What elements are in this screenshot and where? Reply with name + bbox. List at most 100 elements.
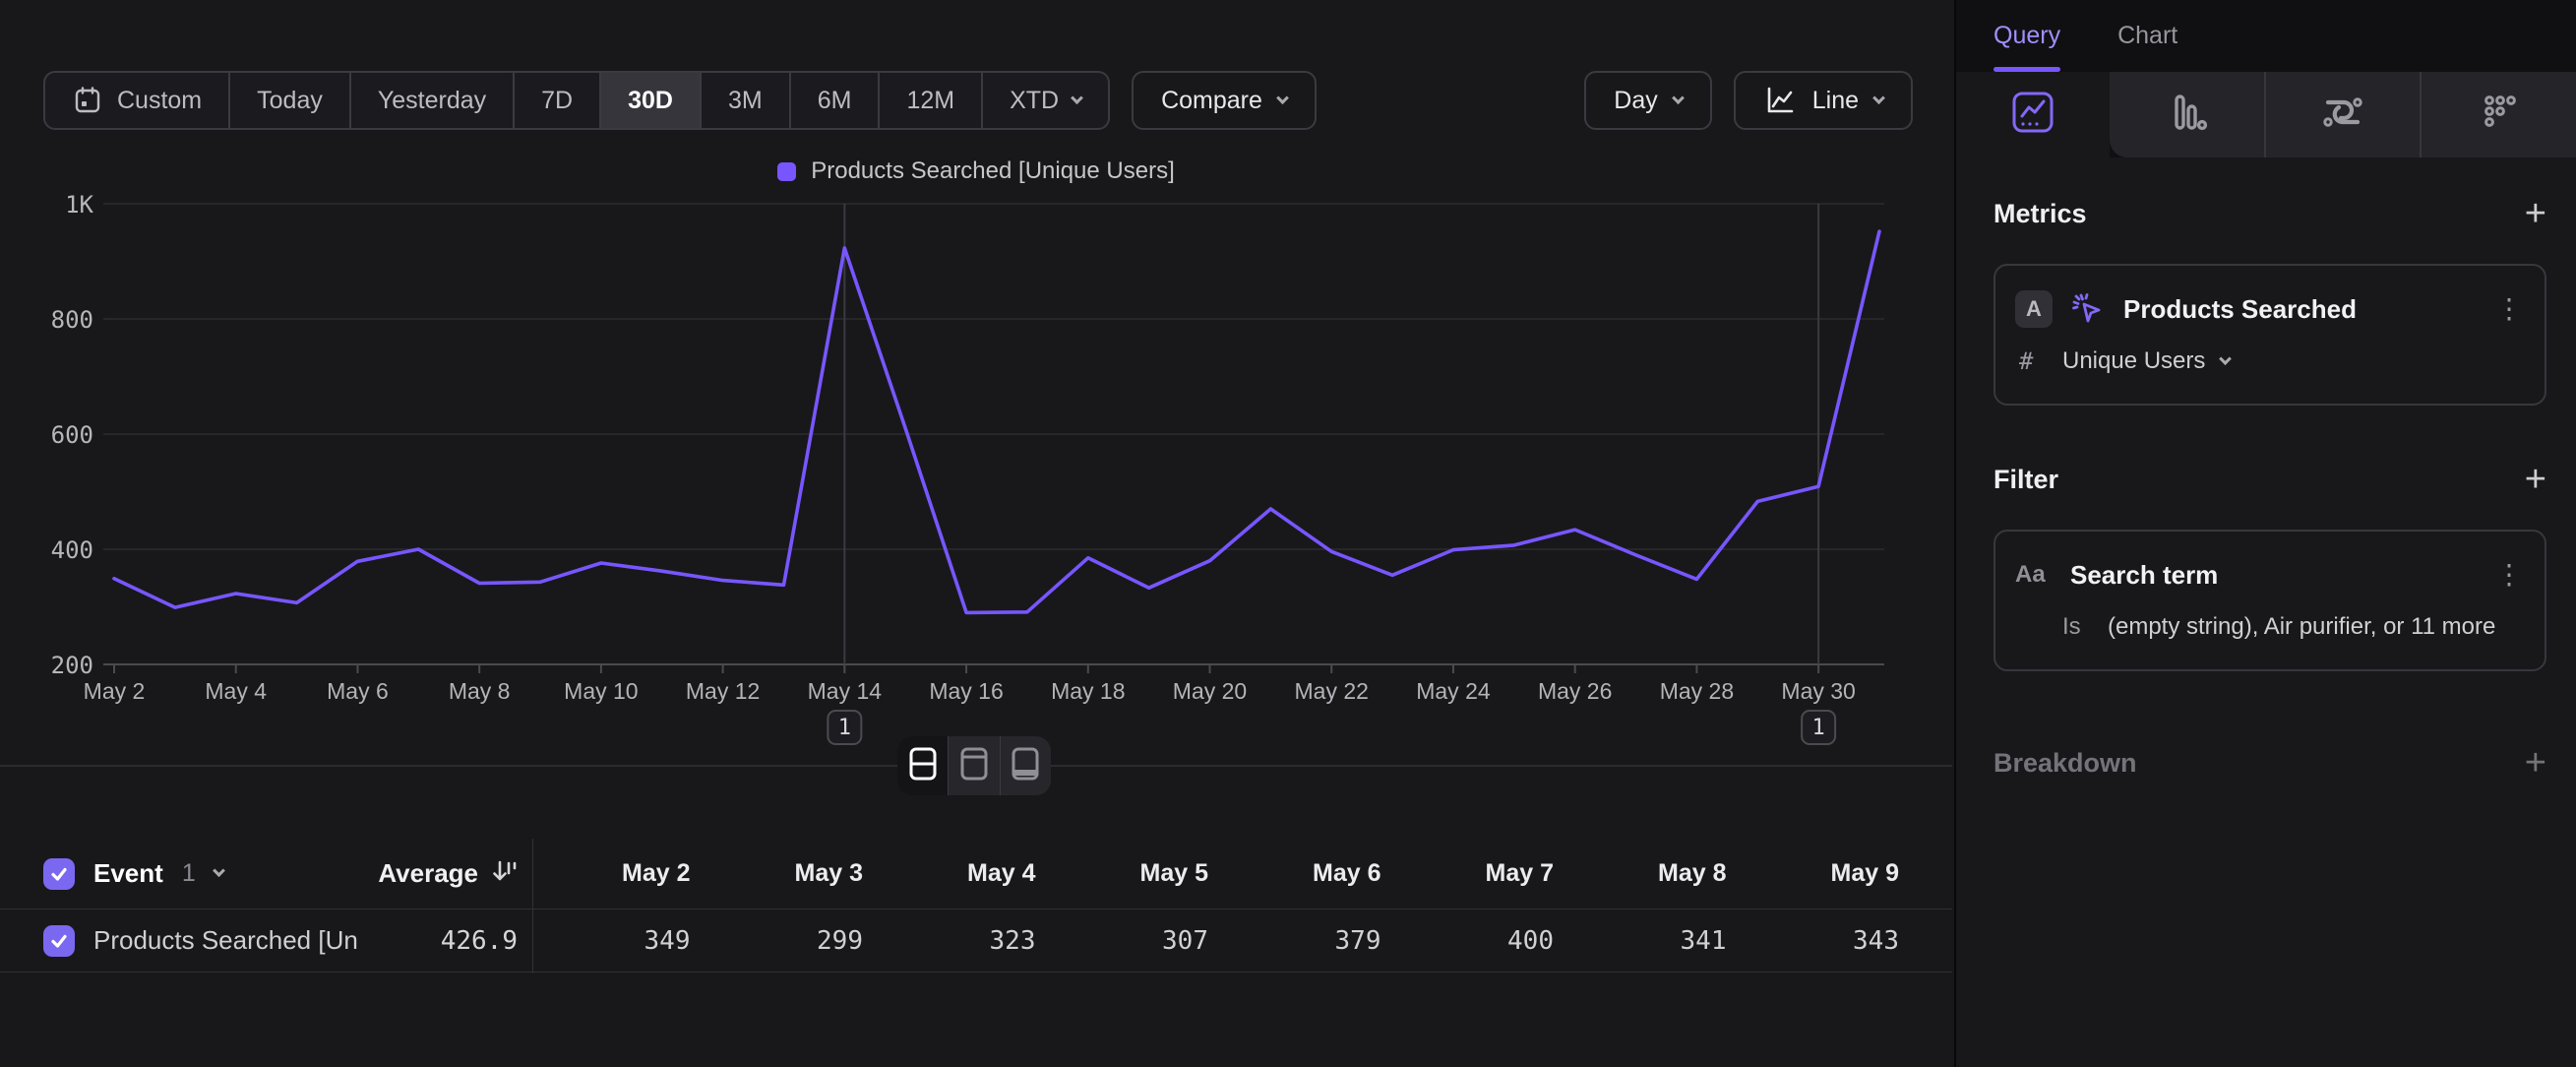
analysis-type-tabs xyxy=(1956,72,2576,157)
add-breakdown-button[interactable]: + xyxy=(2525,749,2546,777)
compare-button[interactable]: Compare xyxy=(1132,71,1317,130)
interval-button[interactable]: Day xyxy=(1584,71,1711,130)
annotation-badge-label: 1 xyxy=(1812,716,1825,740)
metrics-section-head: Metrics + xyxy=(1993,199,2546,228)
range-30d-button[interactable]: 30D xyxy=(599,73,700,128)
kebab-menu-icon[interactable]: ⋮ xyxy=(2495,561,2523,589)
day-column-header[interactable]: May 8 xyxy=(1569,839,1743,909)
x-tick-label: May 22 xyxy=(1295,678,1369,704)
day-column-header[interactable]: May 2 xyxy=(533,839,706,909)
add-metric-button[interactable]: + xyxy=(2525,200,2546,227)
range-today-button[interactable]: Today xyxy=(228,73,349,128)
x-tick-label: May 30 xyxy=(1781,678,1855,704)
insights-tab[interactable] xyxy=(1956,72,2110,157)
results-table: Event 1 Average May 2May 3May 4May 5May … xyxy=(0,839,1952,973)
x-tick-label: May 20 xyxy=(1173,678,1247,704)
range-label: Custom xyxy=(117,87,202,115)
day-value-cell: 299 xyxy=(706,910,880,972)
day-column-header[interactable]: May 9 xyxy=(1743,839,1916,909)
table-row[interactable]: Products Searched [Un... 426.9 349299323… xyxy=(0,910,1952,973)
filter-card[interactable]: Aa Search term ⋮ Is (empty string), Air … xyxy=(1993,530,2546,671)
table-header-row: Event 1 Average May 2May 3May 4May 5May … xyxy=(0,839,1952,910)
tab-chart-label: Chart xyxy=(2117,22,2177,50)
series-checkbox[interactable] xyxy=(43,925,75,957)
x-tick-label: May 4 xyxy=(205,678,267,704)
annotation-badge-label: 1 xyxy=(838,716,851,740)
range-7d-button[interactable]: 7D xyxy=(513,73,599,128)
range-label: 6M xyxy=(818,87,852,115)
layout-table-button[interactable] xyxy=(1000,736,1051,795)
range-label: 7D xyxy=(541,87,573,115)
main-area: Custom Today Yesterday 7D 30D3M 6M 12M XTD Comp… xyxy=(0,0,1952,1067)
panel-body: Metrics + A Products Searched ⋮ xyxy=(1956,157,2576,1067)
chart-type-button[interactable]: Line xyxy=(1734,71,1913,130)
y-tick-label: 800 xyxy=(51,306,93,334)
chevron-down-icon xyxy=(1276,92,1289,104)
number-sign-icon: # xyxy=(2015,347,2062,375)
breakdown-section-head: Breakdown + xyxy=(1993,748,2546,778)
funnels-tab[interactable] xyxy=(2110,72,2264,157)
day-column-header[interactable]: May 3 xyxy=(706,839,880,909)
sort-descending-icon[interactable] xyxy=(490,857,518,890)
average-header-cell[interactable]: Average xyxy=(295,839,518,909)
range-3m-button[interactable]: 3M xyxy=(700,73,789,128)
add-filter-button[interactable]: + xyxy=(2525,466,2546,493)
string-type-icon: Aa xyxy=(2015,561,2053,589)
metric-aggregation-row[interactable]: # Unique Users xyxy=(2015,345,2523,378)
range-xtd-button[interactable]: XTD xyxy=(981,73,1108,128)
x-tick-label: May 8 xyxy=(449,678,511,704)
day-column-header[interactable]: May 4 xyxy=(879,839,1052,909)
range-label: 12M xyxy=(906,87,954,115)
layout-split-button[interactable] xyxy=(897,736,948,795)
chevron-down-icon[interactable] xyxy=(213,864,225,877)
metric-name: Products Searched xyxy=(2123,294,2478,325)
app-root: Custom Today Yesterday 7D 30D3M 6M 12M XTD Comp… xyxy=(0,0,2576,1067)
table-view-icon xyxy=(1011,746,1040,786)
tab-query[interactable]: Query xyxy=(1993,0,2060,72)
event-click-icon xyxy=(2070,291,2106,327)
calendar-icon xyxy=(72,85,103,116)
kebab-menu-icon[interactable]: ⋮ xyxy=(2495,295,2523,323)
aggregation-label: Unique Users xyxy=(2062,347,2205,375)
range-yesterday-button[interactable]: Yesterday xyxy=(349,73,513,128)
metric-card-row: A Products Searched ⋮ xyxy=(2015,289,2523,329)
toolbar: Custom Today Yesterday 7D 30D3M 6M 12M XTD Comp… xyxy=(43,71,1913,130)
range-label: Yesterday xyxy=(378,87,486,115)
compare-label: Compare xyxy=(1161,87,1262,115)
flows-icon xyxy=(2319,89,2366,141)
line-chart[interactable]: 2004006008001K11May 2May 4May 6May 8May … xyxy=(0,148,1952,787)
day-column-header[interactable]: May 6 xyxy=(1224,839,1397,909)
x-tick-label: May 2 xyxy=(84,678,146,704)
retention-tab[interactable] xyxy=(2420,72,2576,157)
breakdown-heading: Breakdown xyxy=(1993,748,2137,779)
filter-condition-row[interactable]: Is (empty string), Air purifier, or 11 m… xyxy=(2015,610,2523,644)
day-value-cell: 349 xyxy=(533,910,706,972)
metrics-heading: Metrics xyxy=(1993,199,2087,229)
day-value-cell: 341 xyxy=(1569,910,1743,972)
range-custom-button[interactable]: Custom xyxy=(45,73,228,128)
dot-grid-icon xyxy=(2477,90,2522,140)
chevron-down-icon[interactable] xyxy=(2220,352,2233,365)
y-tick-label: 600 xyxy=(51,421,93,449)
flows-tab[interactable] xyxy=(2264,72,2421,157)
layout-chart-button[interactable] xyxy=(948,736,999,795)
metric-badge: A xyxy=(2015,290,2053,328)
tab-chart[interactable]: Chart xyxy=(2117,0,2177,72)
range-label: XTD xyxy=(1010,87,1059,115)
interval-label: Day xyxy=(1614,87,1657,115)
day-value-cell: 307 xyxy=(1052,910,1225,972)
day-column-header[interactable]: May 7 xyxy=(1397,839,1570,909)
select-all-checkbox[interactable] xyxy=(43,858,75,890)
x-tick-label: May 28 xyxy=(1660,678,1734,704)
x-tick-label: May 24 xyxy=(1416,678,1491,704)
filter-heading: Filter xyxy=(1993,465,2058,495)
range-6m-button[interactable]: 6M xyxy=(789,73,879,128)
range-12m-button[interactable]: 12M xyxy=(878,73,981,128)
x-tick-label: May 6 xyxy=(327,678,389,704)
filter-section-head: Filter + xyxy=(1993,465,2546,494)
day-column-header[interactable]: May 5 xyxy=(1052,839,1225,909)
metric-card[interactable]: A Products Searched ⋮ # Unique Users xyxy=(1993,264,2546,406)
range-label: Today xyxy=(257,87,323,115)
day-value-columns: 349299323307379400341343 xyxy=(533,910,1915,972)
line-chart-icon xyxy=(1763,84,1797,117)
